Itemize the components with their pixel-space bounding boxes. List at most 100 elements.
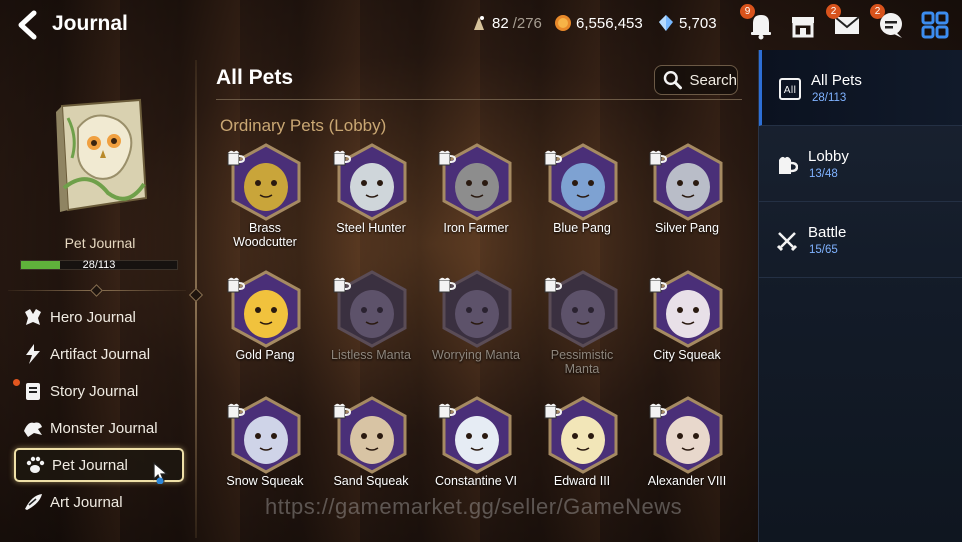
pet-name: Edward III [553,474,611,488]
stamina-max: /276 [512,14,542,32]
category-count: 15/65 [809,244,838,256]
crystal-counter: 5,703 [657,14,717,32]
notifications-badge: 9 [740,4,755,19]
monster-icon [24,422,42,437]
pet-card[interactable]: City Squeak [634,270,740,390]
svg-text:All: All [784,85,796,96]
pet-journal-book-icon [56,98,148,212]
paw-icon [26,456,45,473]
menu-item-label: Art Journal [50,493,123,511]
title-rule [216,99,742,100]
gold-coin-icon [555,15,571,31]
pet-card[interactable]: Silver Pang [634,143,740,263]
stamina-current: 82 [492,14,509,32]
category-name: Battle [808,224,847,241]
menu-item-label: Hero Journal [50,308,136,326]
crystal-amount: 5,703 [679,14,717,32]
lobby-pet-tag-icon [438,277,457,293]
pet-name: City Squeak [653,348,721,362]
pet-card[interactable]: Gold Pang [212,270,318,390]
stamina-icon [474,16,484,30]
lobby-pet-tag-icon [544,403,563,419]
lobby-pet-tag-icon [649,403,668,419]
lobby-pet-tag-icon [649,277,668,293]
pet-card[interactable]: Brass Woodcutter [212,143,318,263]
search-icon [663,70,682,90]
shop-icon [792,17,814,38]
menu-item-label: Pet Journal [52,456,128,474]
notifications-button[interactable]: 9 [740,4,778,42]
pet-name: Iron Farmer [443,221,509,235]
lobby-pet-tag-icon [438,403,457,419]
swords-icon [776,232,798,252]
pet-name: Worrying Manta [432,348,520,362]
story-icon [26,383,40,400]
category-name: All Pets [811,72,862,89]
menu-item-story-journal[interactable]: Story Journal [13,374,184,408]
chat-badge: 2 [870,4,885,19]
gold-counter: 6,556,453 [554,14,643,32]
pointer-cursor-icon [153,462,169,484]
pet-card[interactable]: Steel Hunter [318,143,424,263]
shop-button[interactable] [786,8,820,42]
lobby-pet-tag-icon [649,150,668,166]
pet-name: Sand Squeak [333,474,409,488]
lobby-pet-tag-icon [333,277,352,293]
menu-item-label: Artifact Journal [50,345,151,363]
journal-progress-bar: 28/113 [20,259,178,271]
lobby-pet-tag-icon [544,150,563,166]
pet-name: Snow Squeak [226,474,304,488]
menu-item-label: Monster Journal [50,419,158,437]
category-count: 13/48 [809,168,838,180]
menu-item-monster-journal[interactable]: Monster Journal [14,411,184,445]
menu-item-art-journal[interactable]: Art Journal [14,485,184,519]
crystal-icon [659,15,673,31]
grid-menu-icon [921,11,949,39]
section-title: Ordinary Pets (Lobby) [220,116,387,135]
all-icon: All [779,78,801,100]
pet-card[interactable]: Iron Farmer [423,143,529,263]
pet-card[interactable]: Listless Manta [318,270,424,390]
category-panel: All All Pets 28/113 Lobby 13/48 Battle 1… [758,50,962,542]
category-lobby[interactable]: Lobby 13/48 [759,126,962,202]
search-button[interactable]: Search [654,65,738,95]
main-menu-button[interactable] [918,8,952,42]
gold-amount: 6,556,453 [576,14,643,32]
mail-button[interactable]: 2 [826,4,864,42]
back-arrow-icon[interactable] [14,10,42,40]
lobby-pet-tag-icon [227,150,246,166]
lobby-pet-tag-icon [333,150,352,166]
lobby-pet-tag-icon [544,277,563,293]
pet-name: Blue Pang [553,221,611,235]
lobby-icon [779,156,798,174]
divider-ornament [90,284,103,297]
watermark-text: https://gamemarket.gg/seller/GameNews [265,494,683,519]
pet-name: Silver Pang [655,221,719,235]
search-label: Search [689,71,737,89]
menu-item-artifact-journal[interactable]: Artifact Journal [14,337,184,371]
pet-card[interactable]: Worrying Manta [423,270,529,390]
pet-name: Listless Manta [331,348,411,362]
menu-item-hero-journal[interactable]: Hero Journal [14,300,184,334]
lobby-pet-tag-icon [438,150,457,166]
pet-card[interactable]: Blue Pang [529,143,635,263]
menu-item-label: Story Journal [50,382,139,400]
page-title: All Pets [216,66,294,89]
art-icon [25,494,42,510]
new-indicator-dot [13,379,20,386]
pet-name: Brass Woodcutter [233,221,297,249]
lobby-pet-tag-icon [227,403,246,419]
category-all-pets[interactable]: All All Pets 28/113 [759,50,962,126]
category-name: Lobby [808,148,849,165]
lobby-pet-tag-icon [227,277,246,293]
stamina-counter: 82/276 [470,14,542,32]
progress-text: 28/113 [82,259,116,271]
hero-icon [25,309,41,325]
category-battle[interactable]: Battle 15/65 [759,202,962,278]
pet-card[interactable]: Pessimistic Manta [529,270,635,390]
pet-journal-label: Pet Journal [64,235,136,251]
pet-name: Pessimistic Manta [550,348,614,376]
pet-name: Gold Pang [235,348,295,362]
pet-name: Alexander VIII [647,474,727,488]
chat-button[interactable]: 2 [870,4,908,42]
